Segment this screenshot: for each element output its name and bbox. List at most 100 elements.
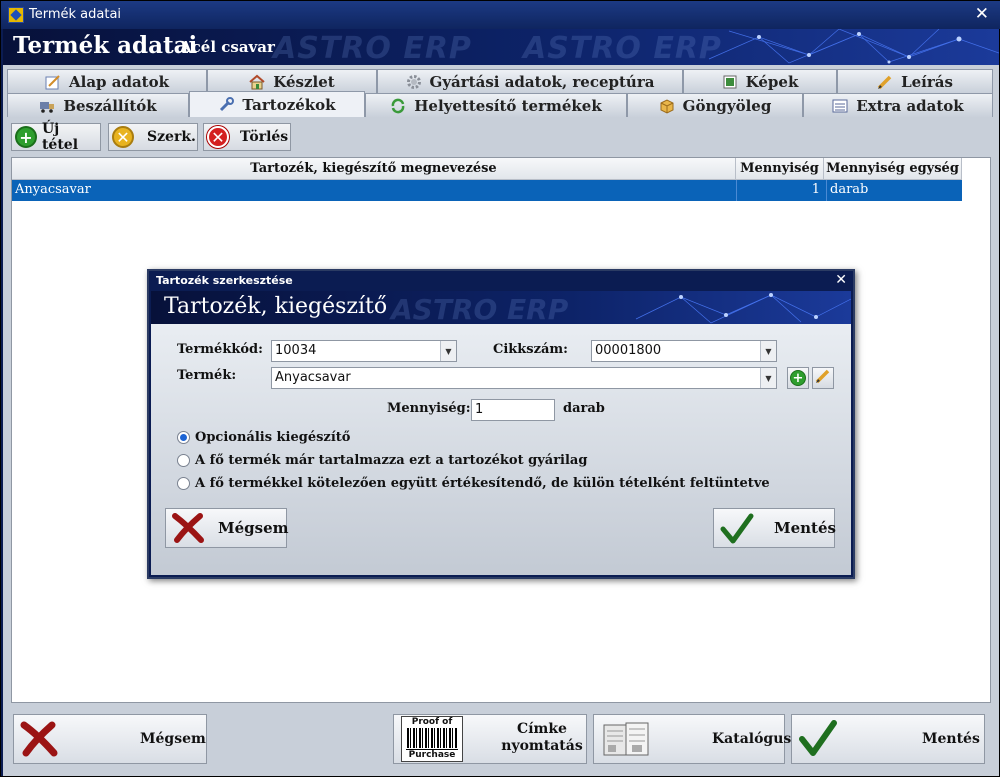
cancel-x-icon xyxy=(20,721,60,761)
tab-label: Beszállítók xyxy=(63,96,157,115)
title-bar: Termék adatai ✕ xyxy=(1,1,1000,29)
gear-icon xyxy=(406,74,422,90)
picture-icon xyxy=(722,74,738,90)
radio-button[interactable] xyxy=(177,454,190,467)
radio-mandatory[interactable]: A fő termékkel kötelezően együtt értékes… xyxy=(177,476,770,491)
quantity-label: Mennyiség: xyxy=(387,401,471,416)
barcode-top-text: Proof of xyxy=(411,717,453,727)
edit-product-button[interactable] xyxy=(812,367,834,389)
product-select[interactable]: Anyacsavar ▼ xyxy=(271,367,777,389)
chevron-down-icon[interactable]: ▼ xyxy=(440,341,456,361)
box-icon xyxy=(659,98,675,114)
edit-button[interactable]: ✕ Szerk. xyxy=(108,123,198,151)
quantity-value: 1 xyxy=(475,402,484,417)
product-label: Termék: xyxy=(177,368,237,383)
item-number-field[interactable]: 00001800 ▼ xyxy=(591,340,777,362)
column-header-name[interactable]: Tartozék, kiegészítő megnevezése xyxy=(12,158,736,180)
radio-button[interactable] xyxy=(177,477,190,490)
cell-name: Anyacsavar xyxy=(15,182,91,197)
banner-watermark-2: ASTRO ERP xyxy=(523,31,722,65)
item-number-value: 00001800 xyxy=(595,343,662,358)
house-icon xyxy=(249,74,265,90)
dialog-banner: ASTRO ERP Tartozék, kiegészítő xyxy=(151,291,851,324)
column-header-quantity[interactable]: Mennyiség xyxy=(736,158,824,180)
tab-alap-adatok[interactable]: Alap adatok xyxy=(7,69,207,93)
delete-button[interactable]: ✕ Törlés xyxy=(203,123,291,151)
item-number-label: Cikkszám: xyxy=(493,342,568,357)
barcode-icon: Proof of Purchase xyxy=(401,716,463,762)
product-code-label: Termékkód: xyxy=(177,342,263,357)
tab-label: Készlet xyxy=(273,72,335,91)
network-graphic-icon xyxy=(635,293,851,324)
quantity-input[interactable]: 1 xyxy=(471,399,555,421)
tools-icon: ✕ xyxy=(112,126,134,148)
chevron-down-icon[interactable]: ▼ xyxy=(760,341,776,361)
label-print-label-1: Címke xyxy=(517,721,567,737)
tab-beszallitok[interactable]: Beszállítók xyxy=(7,93,189,117)
network-graphic-icon xyxy=(708,29,999,64)
tab-helyettesito-termekek[interactable]: Helyettesítő termékek xyxy=(365,93,627,117)
bottom-save-label: Mentés xyxy=(922,731,980,747)
tab-tartozekok[interactable]: Tartozékok xyxy=(189,91,365,117)
plus-icon: + xyxy=(15,126,37,148)
label-print-button[interactable]: Proof of Purchase Címke nyomtatás xyxy=(393,714,587,764)
header-banner: ASTRO ERP ASTRO ERP Termék adatai Acél c… xyxy=(3,29,999,65)
tab-label: Tartozékok xyxy=(242,95,336,114)
page-title: Termék adatai xyxy=(13,32,198,59)
tab-leiras[interactable]: Leírás xyxy=(837,69,993,93)
catalog-icon xyxy=(602,719,652,763)
catalog-button[interactable]: Katalógus xyxy=(593,714,791,764)
truck-icon xyxy=(39,98,55,114)
tab-label: Gyártási adatok, receptúra xyxy=(429,72,655,91)
tab-extra-adatok[interactable]: Extra adatok xyxy=(803,93,993,117)
tab-label: Leírás xyxy=(901,72,953,91)
label-print-label-2: nyomtatás xyxy=(501,738,583,754)
tab-gyartasi-adatok[interactable]: Gyártási adatok, receptúra xyxy=(377,69,683,93)
dialog-save-button[interactable]: Mentés xyxy=(713,508,836,548)
dialog-close-icon[interactable]: ✕ xyxy=(835,272,847,288)
delete-label: Törlés xyxy=(240,129,289,145)
pencil-icon xyxy=(815,368,831,388)
radio-included[interactable]: A fő termék már tartalmazza ezt a tartoz… xyxy=(177,453,587,468)
product-code-field[interactable]: 10034 ▼ xyxy=(271,340,457,362)
window-title: Termék adatai xyxy=(29,7,122,22)
plus-icon: + xyxy=(790,370,806,386)
edit-accessory-dialog: Tartozék szerkesztése ✕ ASTRO ERP Tartoz… xyxy=(147,269,855,579)
dialog-cancel-button[interactable]: Mégsem xyxy=(165,508,289,548)
product-name: Acél csavar xyxy=(180,38,275,56)
barcode-bars xyxy=(407,728,457,748)
tab-label: Helyettesítő termékek xyxy=(414,96,602,115)
refresh-icon xyxy=(390,98,406,114)
dialog-cancel-label: Mégsem xyxy=(218,519,289,537)
dialog-heading: Tartozék, kiegészítő xyxy=(164,294,388,319)
bottom-save-button[interactable]: Mentés xyxy=(791,714,985,764)
tab-label: Képek xyxy=(745,72,799,91)
app-icon xyxy=(8,7,24,23)
cancel-x-icon xyxy=(172,513,206,547)
list-icon xyxy=(832,98,848,114)
delete-icon: ✕ xyxy=(207,126,229,148)
bottom-cancel-button[interactable]: Mégsem xyxy=(13,714,207,764)
dialog-form: Termékkód: 10034 ▼ Cikkszám: 00001800 ▼ … xyxy=(151,324,851,575)
banner-watermark: ASTRO ERP xyxy=(273,31,472,65)
radio-optional[interactable]: Opcionális kiegészítő xyxy=(177,430,350,445)
new-item-button[interactable]: + Új tétel xyxy=(11,121,101,153)
close-icon[interactable]: ✕ xyxy=(975,4,989,24)
catalog-label: Katalógus xyxy=(712,731,792,747)
dialog-title-bar: Tartozék szerkesztése ✕ xyxy=(149,271,853,291)
tab-keszlet[interactable]: Készlet xyxy=(207,69,377,93)
column-header-unit[interactable]: Mennyiség egység xyxy=(824,158,962,180)
quantity-unit: darab xyxy=(563,401,605,416)
bottom-cancel-label: Mégsem xyxy=(140,731,206,747)
add-product-button[interactable]: + xyxy=(787,367,809,389)
tab-label: Göngyöleg xyxy=(682,96,772,115)
main-window: Termék adatai ✕ ASTRO ERP ASTRO ERP Term… xyxy=(0,0,1000,777)
barcode-bottom-text: Purchase xyxy=(406,749,458,760)
tab-kepek[interactable]: Képek xyxy=(683,69,837,93)
edit-label: Szerk. xyxy=(147,129,196,145)
radio-button[interactable] xyxy=(177,431,190,444)
chevron-down-icon[interactable]: ▼ xyxy=(760,368,776,388)
table-row[interactable]: Anyacsavar 1 darab xyxy=(12,180,962,201)
tab-gongyoleg[interactable]: Göngyöleg xyxy=(627,93,803,117)
cell-quantity: 1 xyxy=(736,180,820,201)
